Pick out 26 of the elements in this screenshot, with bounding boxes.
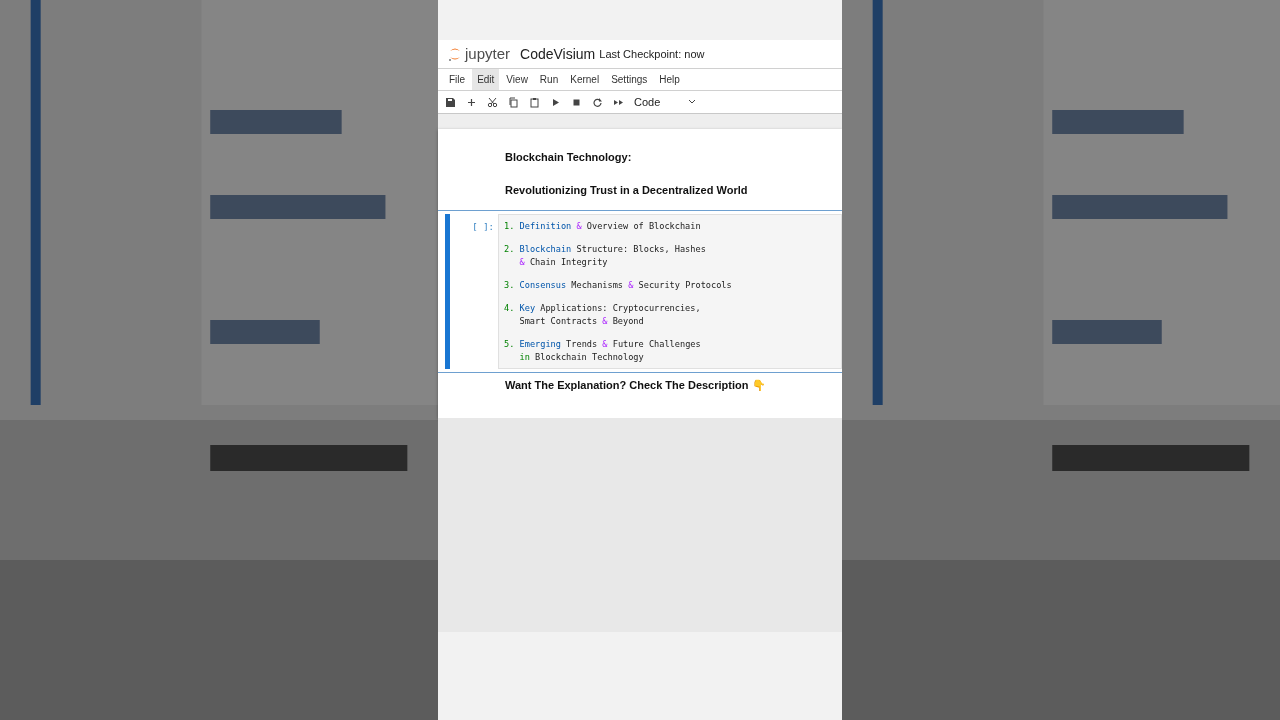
jupyter-logo-text: jupyter xyxy=(465,43,511,64)
chevron-down-icon xyxy=(688,99,696,105)
save-icon[interactable] xyxy=(445,96,456,108)
cell-prompt: [ ]: xyxy=(471,221,495,234)
code-editor[interactable] xyxy=(498,214,842,369)
paste-icon[interactable] xyxy=(529,96,540,108)
add-icon[interactable] xyxy=(466,96,477,108)
code-line: 1. Definition & Overview of Blockchain xyxy=(504,221,702,231)
markdown-heading: Blockchain Technology: xyxy=(505,150,633,165)
restart-icon[interactable] xyxy=(592,96,603,108)
cell-type-dropdown[interactable]: Code xyxy=(634,93,696,111)
copy-icon[interactable] xyxy=(508,96,519,108)
run-icon[interactable] xyxy=(550,96,561,108)
markdown-text: Want The Explanation? Check The Description 👇 xyxy=(504,378,767,393)
code-line: 5. Emerging Trends & Future Challenges xyxy=(504,339,702,349)
code-line: & Chain Integrity xyxy=(518,257,609,267)
cut-icon[interactable] xyxy=(487,96,498,108)
code-line: 4. Key Applications: Cryptocurrencies, xyxy=(504,303,702,313)
code-line: Smart Contracts & Beyond xyxy=(518,316,645,326)
code-line: 3. Consensus Mechanisms & Security Protocols xyxy=(504,280,733,290)
notebook-title[interactable]: CodeVisium xyxy=(520,43,596,65)
markdown-heading: Revolutionizing Trust in a Decentralized World xyxy=(505,182,749,198)
menu-item[interactable]: Edit xyxy=(472,69,500,90)
checkpoint-status: Last Checkpoint: now xyxy=(599,46,705,62)
code-line: in Blockchain Technology xyxy=(518,352,645,362)
code-line: 2. Blockchain Structure: Blocks, Hashes xyxy=(504,244,707,254)
